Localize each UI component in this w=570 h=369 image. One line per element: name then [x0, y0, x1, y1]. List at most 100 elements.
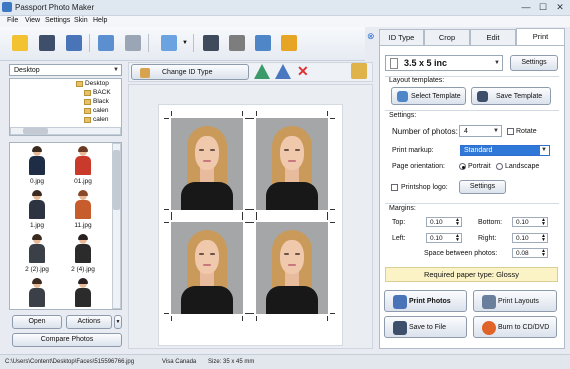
print-markup-select[interactable]: Standard ▼: [460, 145, 550, 156]
cart-icon[interactable]: [278, 32, 300, 54]
spinner-icon[interactable]: ▲ ▼: [455, 234, 460, 243]
thumbnail-item[interactable]: 2 (4).jpg: [63, 234, 103, 277]
menu-skin[interactable]: Skin: [74, 17, 88, 24]
tab-id-type[interactable]: ID Type: [379, 29, 424, 46]
cut-mark: [256, 111, 257, 116]
open-button[interactable]: Open: [12, 315, 62, 329]
passport-photo[interactable]: [171, 222, 243, 314]
cut-mark: [327, 316, 328, 321]
cut-mark: [164, 313, 169, 314]
menu-help[interactable]: Help: [93, 17, 107, 24]
disc-icon: [482, 321, 496, 335]
cut-mark: [242, 316, 243, 321]
person-photo: [73, 190, 93, 219]
screen-icon[interactable]: [158, 32, 180, 54]
save-icon[interactable]: [36, 32, 58, 54]
number-of-photos-select[interactable]: 4 ▼: [459, 125, 502, 137]
scroll-thumb[interactable]: [113, 150, 120, 210]
folder-icon: [84, 108, 91, 114]
menu-view[interactable]: View: [25, 17, 40, 24]
drive-select[interactable]: Desktop ▼: [9, 64, 122, 76]
landscape-radio[interactable]: [496, 163, 503, 170]
spinner-icon[interactable]: ▲ ▼: [455, 218, 460, 227]
cut-mark: [330, 313, 335, 314]
cut-mark: [164, 222, 169, 223]
layout-icon: [397, 91, 408, 102]
passport-photo[interactable]: [171, 118, 243, 210]
tree-item[interactable]: Black: [93, 98, 109, 105]
tree-item[interactable]: Desktop: [85, 80, 109, 87]
chevron-down-icon: ▼: [494, 60, 500, 66]
spinner-icon[interactable]: ▲ ▼: [541, 234, 546, 243]
logo-settings-button[interactable]: Settings: [459, 180, 506, 194]
tree-item[interactable]: calen: [93, 116, 109, 123]
actions-button[interactable]: Actions: [66, 315, 112, 329]
close-button[interactable]: ✕: [552, 1, 568, 14]
thumbnail-item[interactable]: 1.jpg: [17, 190, 57, 233]
layouts-icon: [482, 295, 496, 309]
landscape-label: Landscape: [505, 163, 540, 170]
layout-templates-label: Layout templates:: [389, 77, 445, 84]
burn-disc-button[interactable]: Burn to CD/DVD: [473, 316, 557, 338]
person-photo: [73, 146, 93, 175]
spinner-icon[interactable]: ▲ ▼: [541, 249, 546, 258]
menu-file[interactable]: File: [7, 17, 18, 24]
chevron-down-icon[interactable]: ▼: [182, 40, 188, 46]
spinner-icon[interactable]: ▲ ▼: [541, 218, 546, 227]
tree-item[interactable]: BACK: [93, 89, 111, 96]
thumbnail-item[interactable]: 11.jpg: [63, 190, 103, 233]
page-orientation-label: Page orientation:: [392, 163, 445, 170]
app-icon: [2, 2, 12, 12]
cut-mark: [327, 111, 328, 116]
camera-user-icon[interactable]: [95, 32, 117, 54]
close-panel-icon[interactable]: ⊗: [367, 31, 375, 42]
printshop-logo-checkbox[interactable]: [391, 184, 398, 191]
rotate-checkbox[interactable]: [507, 128, 514, 135]
print-layouts-button[interactable]: Print Layouts: [473, 290, 557, 312]
save-to-file-button[interactable]: Save to File: [384, 316, 467, 338]
top-margin-input[interactable]: 0.10 ▲ ▼: [426, 217, 462, 227]
minimize-button[interactable]: —: [518, 1, 534, 14]
folder-icon: [84, 99, 91, 105]
wizard-icon[interactable]: [9, 32, 31, 54]
delete-icon[interactable]: ✕: [297, 63, 309, 80]
tab-edit[interactable]: Edit: [470, 29, 516, 46]
webcam-icon[interactable]: [122, 32, 144, 54]
select-template-button[interactable]: Select Template: [391, 87, 466, 105]
tree-item[interactable]: calen: [93, 107, 109, 114]
tab-print[interactable]: Print: [516, 28, 565, 46]
change-id-type-button[interactable]: Change ID Type: [131, 64, 249, 80]
brush-icon[interactable]: [351, 63, 367, 79]
actions-dropdown-icon[interactable]: ▼: [114, 315, 122, 329]
bottom-margin-input[interactable]: 0.10 ▲ ▼: [512, 217, 548, 227]
person-photo: [73, 278, 93, 307]
menu-settings[interactable]: Settings: [45, 17, 70, 24]
passport-photo[interactable]: [256, 118, 328, 210]
book-icon[interactable]: [200, 32, 222, 54]
thumbnail-item[interactable]: 01.jpg: [63, 146, 103, 189]
printshop-logo-label: Printshop logo:: [401, 184, 448, 191]
paper-settings-button[interactable]: Settings: [510, 55, 558, 71]
cut-mark: [249, 118, 254, 119]
share-icon[interactable]: [252, 32, 274, 54]
thumbnail-item[interactable]: 0.jpg: [17, 146, 57, 189]
space-between-input[interactable]: 0.08 ▲ ▼: [512, 248, 548, 258]
right-margin-input[interactable]: 0.10 ▲ ▼: [512, 233, 548, 243]
thumbnail-caption: 1.jpg: [29, 222, 45, 229]
status-bar: C:\Users\Content\Desktop\Faces\515596766…: [0, 354, 570, 369]
passport-photo[interactable]: [256, 222, 328, 314]
maximize-button[interactable]: ☐: [535, 1, 551, 14]
thumbnail-item[interactable]: 2 (2).jpg: [17, 234, 57, 277]
print-photos-button[interactable]: Print Photos: [384, 290, 467, 312]
thumbnail-caption: 11.jpg: [74, 222, 92, 229]
print-icon[interactable]: [63, 32, 85, 54]
tab-crop[interactable]: Crop: [424, 29, 470, 46]
paper-size-select[interactable]: 3.5 x 5 inc ▼: [385, 55, 503, 71]
print-markup-label: Print markup:: [392, 147, 434, 154]
compare-photos-button[interactable]: Compare Photos: [12, 333, 122, 347]
portrait-radio[interactable]: [459, 163, 466, 170]
scroll-thumb[interactable]: [23, 128, 48, 134]
left-margin-input[interactable]: 0.10 ▲ ▼: [426, 233, 462, 243]
save-template-button[interactable]: Save Template: [471, 87, 551, 105]
film-icon[interactable]: [226, 32, 248, 54]
